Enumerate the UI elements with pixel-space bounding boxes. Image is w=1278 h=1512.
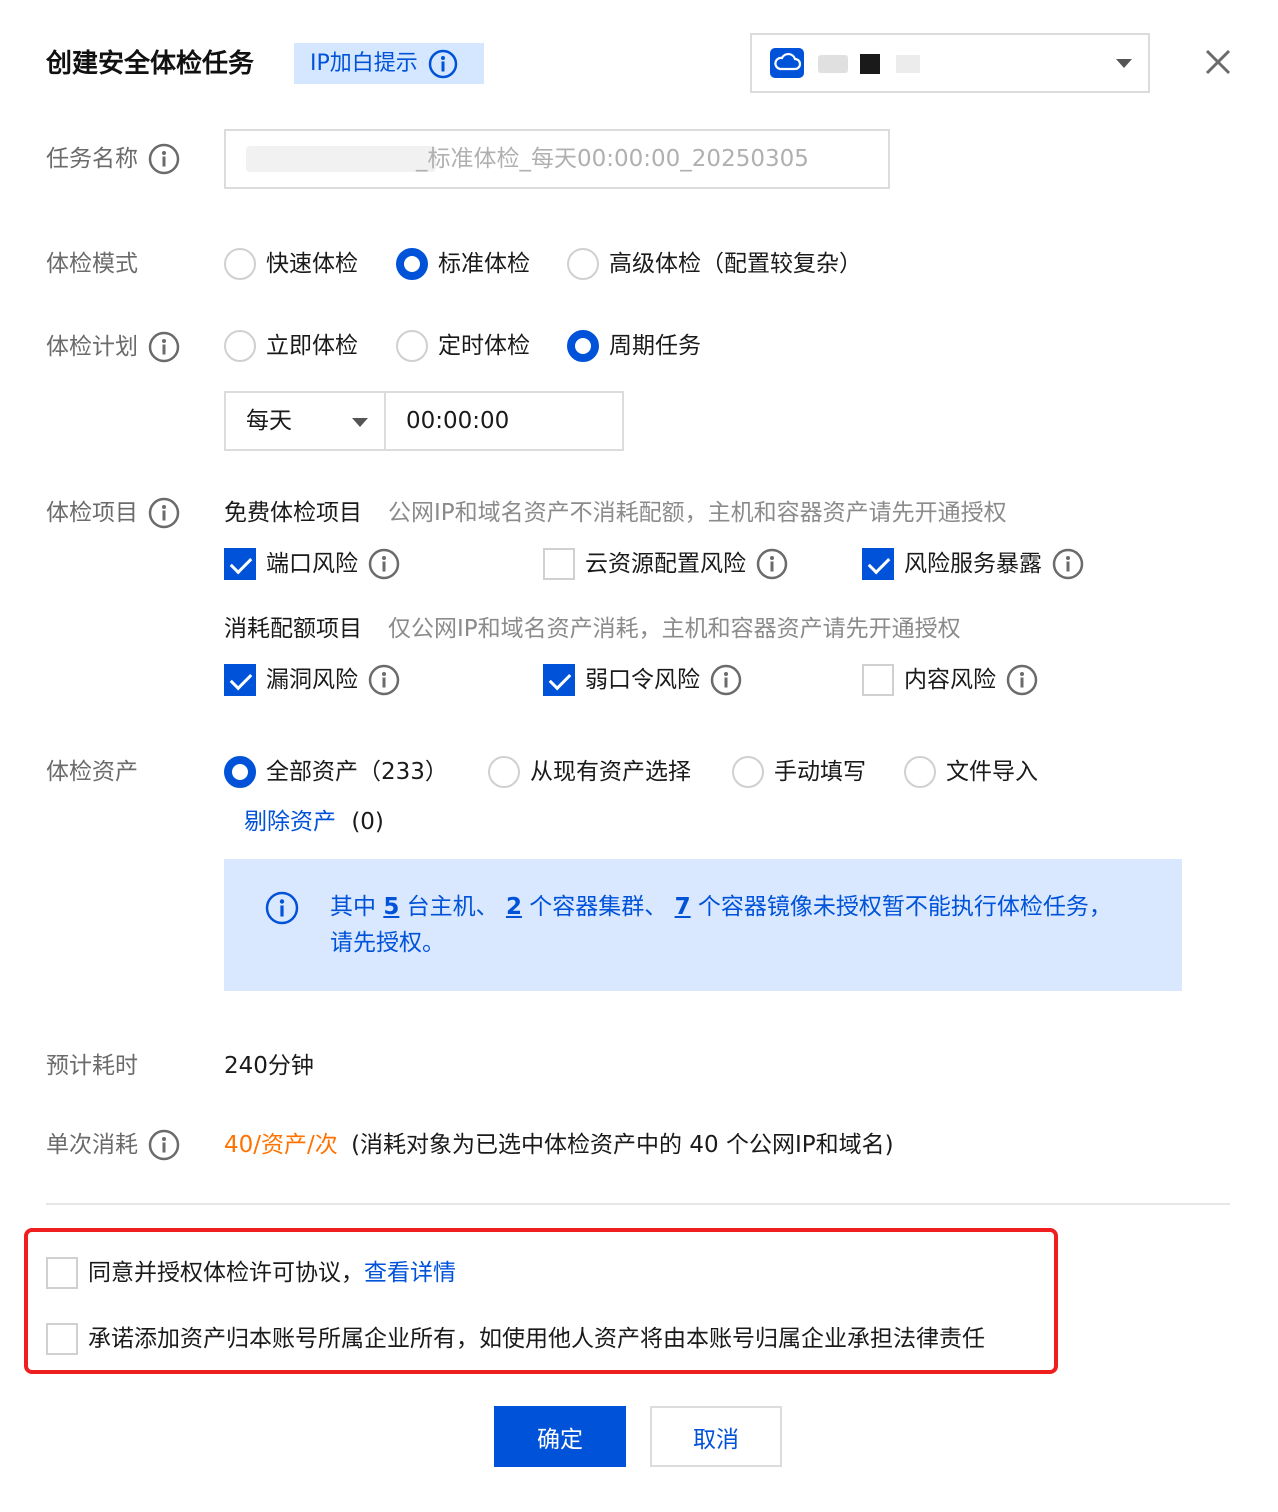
cost-row: 40/资产/次 (消耗对象为已选中体检资产中的 40 个公网IP和域名)	[224, 1127, 894, 1163]
assets-label: 体检资产	[46, 759, 138, 785]
radio-circle-selected	[396, 248, 428, 280]
checkbox-agree-license[interactable]: 同意并授权体检许可协议， 查看详情	[46, 1255, 456, 1291]
items-label: 体检项目	[46, 495, 180, 531]
checkbox-unchecked	[46, 1323, 78, 1355]
ip-tip-label: IP加白提示	[310, 51, 418, 76]
cost-value: 40/资产/次	[224, 1132, 338, 1158]
alert-message: 其中 5 台主机、 2 个容器集群、 7 个容器镜像未授权暂不能执行体检任务，请…	[330, 894, 1112, 956]
cloud-icon	[770, 48, 804, 78]
masked-account-text	[860, 54, 880, 74]
info-icon[interactable]	[368, 664, 400, 696]
radio-circle	[224, 248, 256, 280]
info-icon	[428, 49, 458, 78]
info-icon[interactable]	[710, 664, 742, 696]
checkbox-vuln-risk[interactable]: 漏洞风险	[224, 662, 400, 698]
chevron-down-icon	[352, 418, 368, 427]
info-icon[interactable]	[756, 548, 788, 580]
masked-account-text	[818, 55, 848, 73]
close-icon[interactable]	[1200, 44, 1236, 80]
ip-whitelist-tip[interactable]: IP加白提示	[294, 43, 484, 84]
checkbox-port-risk[interactable]: 端口风险	[224, 546, 400, 582]
info-icon[interactable]	[148, 143, 180, 175]
info-icon[interactable]	[368, 548, 400, 580]
cost-note: (消耗对象为已选中体检资产中的 40 个公网IP和域名)	[351, 1132, 894, 1158]
paid-items-desc: 仅公网IP和域名资产消耗，主机和容器资产请先开通授权	[388, 616, 961, 642]
info-icon[interactable]	[148, 1129, 180, 1161]
plan-label: 体检计划	[46, 329, 180, 365]
info-icon	[265, 891, 299, 925]
time-input[interactable]: 00:00:00	[384, 391, 624, 451]
agree-text: 同意并授权体检许可协议，	[88, 1260, 364, 1286]
checkbox-content-risk[interactable]: 内容风险	[862, 662, 1038, 698]
info-icon[interactable]	[1052, 548, 1084, 580]
duration-value: 240分钟	[224, 1053, 314, 1079]
chevron-down-icon	[1116, 59, 1132, 68]
checkbox-checked	[543, 664, 575, 696]
radio-circle	[904, 756, 936, 788]
radio-circle	[396, 330, 428, 362]
radio-scheduled[interactable]: 定时体检	[396, 328, 530, 364]
exclude-assets-row: 剔除资产 (0)	[244, 804, 384, 840]
radio-circle	[567, 248, 599, 280]
radio-immediate[interactable]: 立即体检	[224, 328, 358, 364]
mode-label: 体检模式	[46, 251, 138, 277]
dialog-title: 创建安全体检任务	[46, 49, 255, 79]
info-icon[interactable]	[148, 331, 180, 363]
host-count-link[interactable]: 5	[383, 894, 399, 920]
info-icon[interactable]	[1006, 664, 1038, 696]
masked-account-text	[896, 55, 920, 73]
masked-text	[246, 146, 436, 172]
task-name-value: _标准体检_每天00:00:00_20250305	[416, 146, 809, 172]
cancel-button[interactable]: 取消	[650, 1406, 782, 1467]
radio-manual-input[interactable]: 手动填写	[732, 754, 866, 790]
checkbox-unchecked	[862, 664, 894, 696]
cluster-count-link[interactable]: 2	[506, 894, 522, 920]
free-items-title: 免费体检项目	[224, 500, 362, 526]
checkbox-unchecked	[543, 548, 575, 580]
time-value: 00:00:00	[406, 408, 510, 434]
radio-quick-check[interactable]: 快速体检	[224, 246, 358, 282]
checkbox-asset-ownership[interactable]: 承诺添加资产归本账号所属企业所有，如使用他人资产将由本账号归属企业承担法律责任	[46, 1321, 985, 1357]
checkbox-checked	[224, 548, 256, 580]
paid-items-title: 消耗配额项目	[224, 616, 362, 642]
duration-label: 预计耗时	[46, 1053, 138, 1079]
exclude-count: (0)	[351, 809, 384, 835]
task-name-input[interactable]: _标准体检_每天00:00:00_20250305	[224, 129, 890, 189]
radio-circle-selected	[224, 756, 256, 788]
radio-select-existing[interactable]: 从现有资产选择	[488, 754, 691, 790]
checkbox-checked	[224, 664, 256, 696]
checkbox-weak-password-risk[interactable]: 弱口令风险	[543, 662, 742, 698]
info-icon[interactable]	[148, 497, 180, 529]
radio-periodic[interactable]: 周期任务	[567, 328, 701, 364]
view-details-link[interactable]: 查看详情	[364, 1255, 456, 1291]
radio-circle	[224, 330, 256, 362]
account-select[interactable]	[750, 33, 1150, 93]
free-items-desc: 公网IP和域名资产不消耗配额，主机和容器资产请先开通授权	[388, 500, 1007, 526]
checkbox-service-exposure[interactable]: 风险服务暴露	[862, 546, 1084, 582]
radio-file-import[interactable]: 文件导入	[904, 754, 1038, 790]
checkbox-checked	[862, 548, 894, 580]
checkbox-unchecked	[46, 1257, 78, 1289]
image-count-link[interactable]: 7	[675, 894, 691, 920]
radio-standard-check[interactable]: 标准体检	[396, 246, 530, 282]
exclude-assets-link[interactable]: 剔除资产	[244, 809, 336, 835]
promise-text: 承诺添加资产归本账号所属企业所有，如使用他人资产将由本账号归属企业承担法律责任	[88, 1326, 985, 1352]
radio-advanced-check[interactable]: 高级体检（配置较复杂）	[567, 246, 862, 282]
radio-circle	[732, 756, 764, 788]
divider	[46, 1203, 1230, 1205]
radio-circle	[488, 756, 520, 788]
checkbox-cloud-config-risk[interactable]: 云资源配置风险	[543, 546, 788, 582]
confirm-button[interactable]: 确定	[494, 1406, 626, 1467]
cost-label: 单次消耗	[46, 1127, 180, 1163]
frequency-value: 每天	[246, 408, 292, 434]
radio-all-assets[interactable]: 全部资产（233）	[224, 754, 448, 790]
task-name-label: 任务名称	[46, 141, 180, 177]
radio-circle-selected	[567, 330, 599, 362]
frequency-select[interactable]: 每天	[224, 391, 386, 451]
